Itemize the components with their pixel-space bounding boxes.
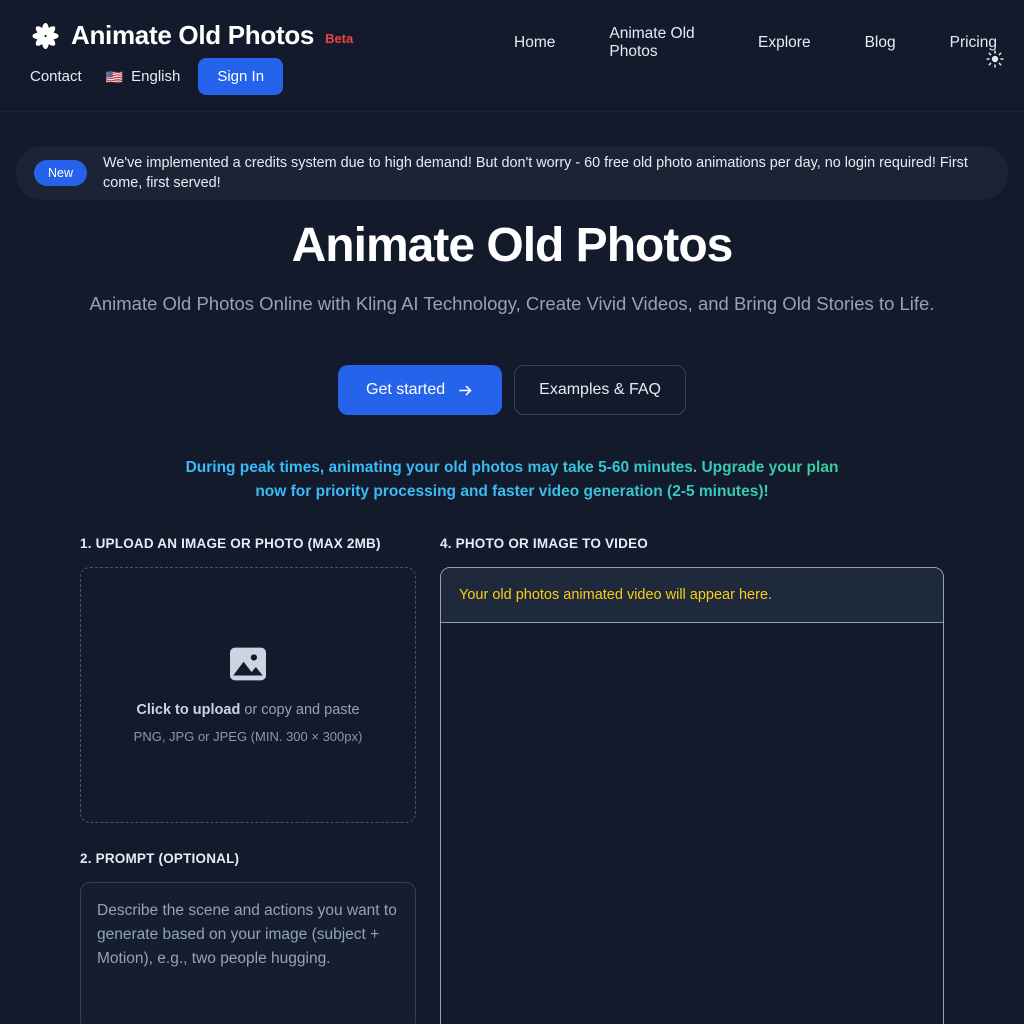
secondary-nav: Contact 🇺🇸 English Sign In	[30, 58, 284, 95]
nav-item-contact[interactable]: Contact	[30, 68, 106, 85]
site-header: Animate Old Photos Beta Home Animate Old…	[0, 0, 1024, 112]
nav-item-animate-old-photos[interactable]: Animate Old Photos	[582, 25, 731, 61]
get-started-label: Get started	[366, 381, 446, 398]
sun-icon	[986, 50, 1004, 68]
brand[interactable]: Animate Old Photos Beta	[30, 20, 353, 51]
page-title: Animate Old Photos	[291, 219, 734, 272]
nav-item-home[interactable]: Home	[500, 34, 582, 52]
peak-time-notice: During peak times, animating your old ph…	[180, 456, 844, 504]
upload-dropzone[interactable]: Click to upload or copy and paste PNG, J…	[80, 567, 416, 823]
brand-name: Animate Old Photos	[71, 20, 315, 50]
prompt-step-label: 2. PROMPT (OPTIONAL)	[80, 851, 240, 866]
upload-step-label: 1. UPLOAD AN IMAGE OR PHOTO (MAX 2MB)	[80, 536, 381, 551]
announcement-text: We've implemented a credits system due t…	[103, 155, 968, 191]
language-label: English	[131, 68, 181, 85]
main-nav: Home Animate Old Photos Explore Blog Pri…	[500, 25, 1024, 61]
sign-in-button[interactable]: Sign In	[198, 58, 284, 95]
arrow-right-icon	[459, 385, 472, 395]
image-placeholder-icon	[230, 647, 266, 681]
video-status-text: Your old photos animated video will appe…	[441, 568, 943, 623]
new-badge: New	[34, 160, 88, 186]
nav-item-explore[interactable]: Explore	[731, 34, 838, 52]
theme-toggle-button[interactable]	[980, 44, 1010, 74]
output-column: 4. PHOTO OR IMAGE TO VIDEO Your old phot…	[440, 536, 944, 1024]
examples-faq-button[interactable]: Examples & FAQ	[514, 365, 686, 415]
output-step-label: 4. PHOTO OR IMAGE TO VIDEO	[440, 536, 648, 551]
notice-lead: During peak times, animating your old ph…	[185, 459, 702, 476]
us-flag-icon: 🇺🇸	[105, 68, 124, 85]
input-column: 1. UPLOAD AN IMAGE OR PHOTO (MAX 2MB) Cl…	[80, 536, 416, 1024]
prompt-input[interactable]	[80, 882, 416, 1024]
upload-cta-bold: Click to upload	[136, 702, 241, 718]
video-output-panel: Your old photos animated video will appe…	[440, 567, 944, 1024]
nav-item-blog[interactable]: Blog	[838, 34, 923, 52]
cta-row: Get started Examples & FAQ	[0, 365, 1024, 415]
flower-spinner-icon	[30, 21, 60, 51]
get-started-button[interactable]: Get started	[338, 365, 503, 415]
beta-badge: Beta	[325, 31, 354, 46]
page-subtitle: Animate Old Photos Online with Kling AI …	[89, 293, 935, 314]
language-selector[interactable]: 🇺🇸 English	[106, 68, 199, 85]
upload-format-hint: PNG, JPG or JPEG (MIN. 300 × 300px)	[133, 729, 363, 744]
upload-cta-rest: or copy and paste	[240, 702, 360, 718]
notice-tail: for priority processing and faster video…	[286, 483, 769, 500]
upload-cta-text: Click to upload or copy and paste	[136, 702, 359, 718]
announcement-banner: New We've implemented a credits system d…	[16, 146, 1008, 200]
